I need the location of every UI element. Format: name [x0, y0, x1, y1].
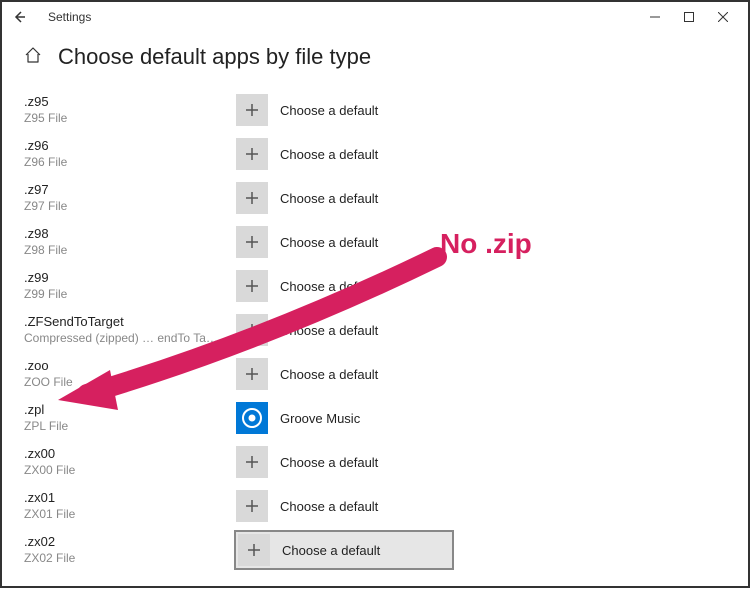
- file-type-row: .z97Z97 File Choose a default: [24, 176, 726, 220]
- file-description: ZX01 File: [24, 507, 234, 522]
- file-description: ZX02 File: [24, 551, 234, 566]
- app-label: Choose a default: [280, 499, 378, 514]
- file-extension: .zx02: [24, 534, 234, 550]
- window-title: Settings: [48, 10, 91, 24]
- file-type-row: .z98Z98 File Choose a default: [24, 220, 726, 264]
- file-type-row: .zx02ZX02 File Choose a default: [24, 528, 726, 572]
- choose-default-button[interactable]: Choose a default: [234, 356, 454, 392]
- plus-icon: [238, 534, 270, 566]
- plus-icon: [236, 314, 268, 346]
- file-type-row: .zx00ZX00 File Choose a default: [24, 440, 726, 484]
- file-extension: .zpl: [24, 402, 234, 418]
- app-label: Choose a default: [280, 279, 378, 294]
- file-extension: .ZFSendToTarget: [24, 314, 234, 330]
- maximize-button[interactable]: [672, 2, 706, 32]
- file-type-row: .z95Z95 File Choose a default: [24, 88, 726, 132]
- groove-music-icon: [236, 402, 268, 434]
- app-label: Choose a default: [280, 147, 378, 162]
- plus-icon: [236, 490, 268, 522]
- file-type-info: .z96Z96 File: [24, 138, 234, 169]
- app-label: Choose a default: [280, 235, 378, 250]
- choose-default-button[interactable]: Choose a default: [234, 312, 454, 348]
- file-extension: .z99: [24, 270, 234, 286]
- file-type-row: .zx01ZX01 File Choose a default: [24, 484, 726, 528]
- app-label: Choose a default: [280, 103, 378, 118]
- file-extension: .zx01: [24, 490, 234, 506]
- choose-default-button[interactable]: Groove Music: [234, 400, 454, 436]
- file-type-list: .z95Z95 FileChoose a default.z96Z96 File…: [2, 88, 748, 572]
- choose-default-button[interactable]: Choose a default: [234, 488, 454, 524]
- file-type-row: .z99Z99 File Choose a default: [24, 264, 726, 308]
- file-type-row: .zooZOO File Choose a default: [24, 352, 726, 396]
- home-icon[interactable]: [24, 46, 42, 69]
- choose-default-button[interactable]: Choose a default: [234, 180, 454, 216]
- plus-icon: [236, 138, 268, 170]
- file-type-info: .zooZOO File: [24, 358, 234, 389]
- file-type-row: .zplZPL File Groove Music: [24, 396, 726, 440]
- choose-default-button[interactable]: Choose a default: [234, 444, 454, 480]
- plus-icon: [236, 358, 268, 390]
- page-title: Choose default apps by file type: [58, 44, 371, 70]
- choose-default-button[interactable]: Choose a default: [234, 92, 454, 128]
- app-label: Choose a default: [280, 191, 378, 206]
- app-label: Choose a default: [282, 543, 380, 558]
- app-label: Choose a default: [280, 367, 378, 382]
- file-extension: .z95: [24, 94, 234, 110]
- app-label: Groove Music: [280, 411, 360, 426]
- plus-icon: [236, 182, 268, 214]
- close-button[interactable]: [706, 2, 740, 32]
- file-type-info: .zx01ZX01 File: [24, 490, 234, 521]
- app-label: Choose a default: [280, 455, 378, 470]
- file-description: Z96 File: [24, 155, 234, 170]
- file-type-info: .ZFSendToTargetCompressed (zipped) … end…: [24, 314, 234, 345]
- file-description: ZOO File: [24, 375, 234, 390]
- file-description: ZPL File: [24, 419, 234, 434]
- minimize-button[interactable]: [638, 2, 672, 32]
- app-label: Choose a default: [280, 323, 378, 338]
- plus-icon: [236, 270, 268, 302]
- file-description: Z98 File: [24, 243, 234, 258]
- file-description: Compressed (zipped) … endTo Ta…: [24, 331, 234, 346]
- file-extension: .z97: [24, 182, 234, 198]
- file-type-row: .ZFSendToTargetCompressed (zipped) … end…: [24, 308, 726, 352]
- choose-default-button[interactable]: Choose a default: [234, 224, 454, 260]
- file-description: Z95 File: [24, 111, 234, 126]
- choose-default-button[interactable]: Choose a default: [234, 268, 454, 304]
- back-button[interactable]: [10, 8, 28, 26]
- choose-default-button[interactable]: Choose a default: [234, 136, 454, 172]
- choose-default-button[interactable]: Choose a default: [234, 530, 454, 570]
- file-type-row: .z96Z96 File Choose a default: [24, 132, 726, 176]
- file-extension: .zoo: [24, 358, 234, 374]
- file-extension: .z98: [24, 226, 234, 242]
- titlebar: Settings: [2, 2, 748, 32]
- file-type-info: .z95Z95 File: [24, 94, 234, 125]
- file-extension: .zx00: [24, 446, 234, 462]
- file-type-info: .z98Z98 File: [24, 226, 234, 257]
- file-type-info: .z99Z99 File: [24, 270, 234, 301]
- file-type-info: .z97Z97 File: [24, 182, 234, 213]
- plus-icon: [236, 226, 268, 258]
- plus-icon: [236, 446, 268, 478]
- plus-icon: [236, 94, 268, 126]
- file-description: Z99 File: [24, 287, 234, 302]
- file-extension: .z96: [24, 138, 234, 154]
- file-type-info: .zplZPL File: [24, 402, 234, 433]
- file-type-info: .zx00ZX00 File: [24, 446, 234, 477]
- file-description: ZX00 File: [24, 463, 234, 478]
- file-description: Z97 File: [24, 199, 234, 214]
- page-header: Choose default apps by file type: [2, 32, 748, 88]
- file-type-info: .zx02ZX02 File: [24, 534, 234, 565]
